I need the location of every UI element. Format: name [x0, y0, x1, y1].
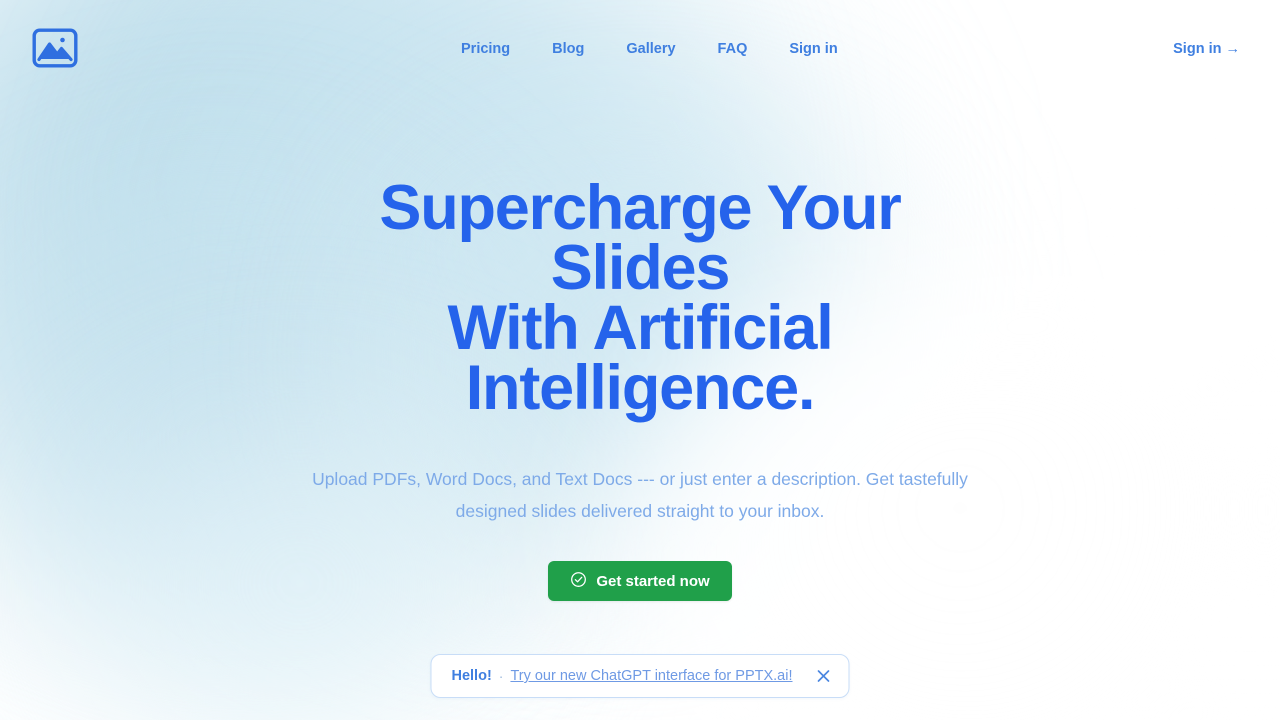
check-circle-icon [570, 571, 587, 592]
headline-line-1: Supercharge Your Slides [379, 173, 901, 303]
announcement-banner: Hello! · Try our new ChatGPT interface f… [430, 654, 850, 698]
hero-subtitle: Upload PDFs, Word Docs, and Text Docs --… [312, 469, 968, 521]
banner-message-link[interactable]: Try our new ChatGPT interface for PPTX.a… [510, 668, 792, 684]
primary-nav: Pricing Blog Gallery FAQ Sign in [440, 38, 859, 60]
image-photo-icon [32, 28, 78, 68]
banner-close-button[interactable] [815, 667, 833, 685]
nav-item-blog[interactable]: Blog [531, 38, 605, 60]
nav-item-pricing[interactable]: Pricing [440, 38, 531, 60]
page-title: Supercharge Your Slides With Artificial … [290, 177, 990, 420]
nav-item-gallery[interactable]: Gallery [605, 38, 696, 60]
cta-container: Get started now [0, 561, 1280, 601]
close-icon [817, 669, 831, 683]
banner-separator: · [498, 668, 504, 684]
header-sign-in-link[interactable]: Sign in → [1173, 38, 1240, 60]
landing-page: Pricing Blog Gallery FAQ Sign in Sign in… [0, 0, 1280, 720]
get-started-button-label: Get started now [596, 572, 710, 590]
banner-hello-label: Hello! [451, 668, 492, 684]
site-header: Pricing Blog Gallery FAQ Sign in Sign in… [0, 0, 1280, 96]
headline-line-3: Intelligence. [465, 353, 816, 423]
nav-item-faq[interactable]: FAQ [697, 38, 769, 60]
hero-section: Supercharge Your Slides With Artificial … [0, 177, 1280, 601]
nav-item-sign-in[interactable]: Sign in [768, 38, 858, 60]
get-started-button[interactable]: Get started now [548, 561, 732, 601]
logo-link[interactable] [32, 28, 78, 68]
